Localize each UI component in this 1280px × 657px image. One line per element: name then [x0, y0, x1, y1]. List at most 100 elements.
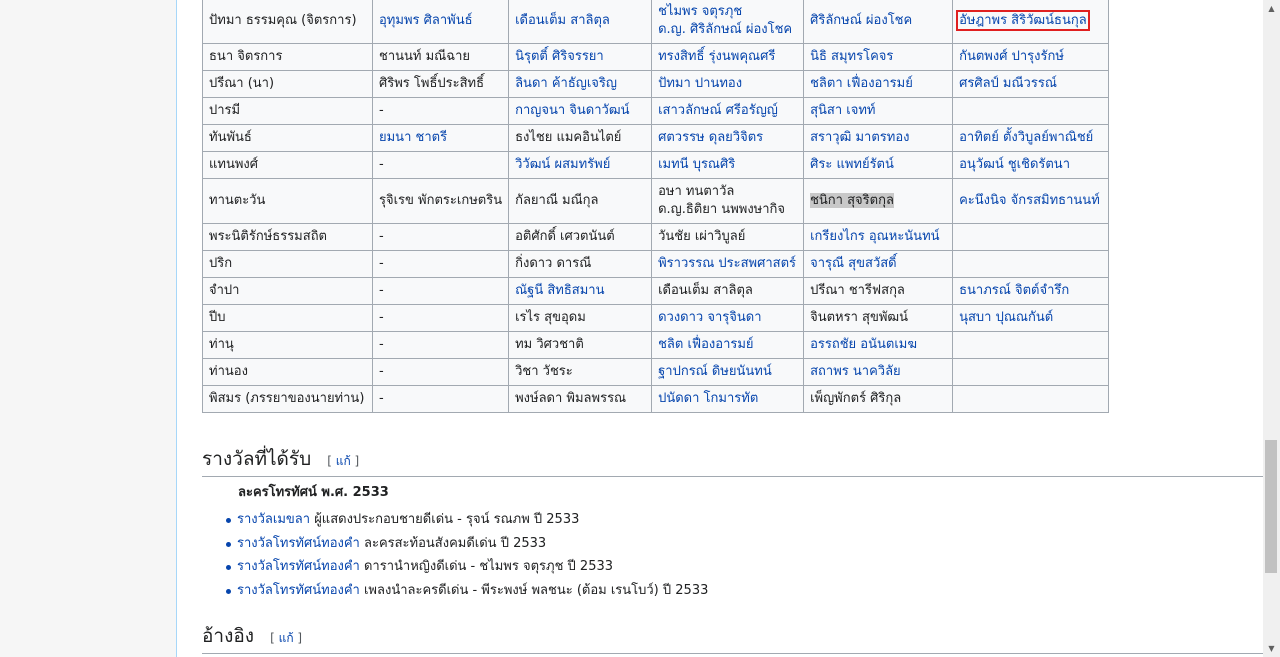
- award-link[interactable]: รางวัลโทรทัศน์ทองคำ: [237, 536, 360, 551]
- table-cell: ปนัดดา โกมารทัต: [651, 385, 805, 413]
- cast-link[interactable]: ณัฐนี สิทธิสมาน: [515, 283, 604, 298]
- cast-text: รุจิเรข พักตระเกษตริน: [379, 193, 503, 208]
- bullet-icon: [226, 541, 231, 547]
- cast-link[interactable]: อาทิตย์ ตั้งวิบูลย์พาณิชย์: [959, 130, 1093, 145]
- vertical-scrollbar[interactable]: ▲ ▼: [1263, 0, 1280, 657]
- cast-link[interactable]: จารุณี สุขสวัสดิ์: [810, 256, 897, 271]
- table-cell: วิวัฒน์ ผสมทรัพย์: [508, 151, 653, 179]
- table-cell: ทม วิศวชาติ: [508, 331, 653, 359]
- award-description: ดารานำหญิงดีเด่น - ชไมพร จตุรภุช ปี 2533: [359, 559, 614, 574]
- table-cell: นิธิ สมุทรโคจร: [803, 43, 954, 71]
- cast-link[interactable]: อนุวัฒน์ ชูเชิดรัตนา: [959, 157, 1070, 172]
- table-cell: นุสบา ปุณณกันต์: [952, 304, 1110, 332]
- cast-text: วันชัย เผ่าวิบูลย์: [658, 229, 746, 244]
- table-cell: ท่านุ: [202, 331, 373, 359]
- table-cell: ธนา จิตรการ: [202, 43, 373, 71]
- award-link[interactable]: รางวัลโทรทัศน์ทองคำ: [237, 583, 360, 598]
- table-cell: กัลยาณี มณีกุล: [508, 178, 653, 224]
- cast-text: -: [379, 157, 384, 172]
- cast-link[interactable]: ด.ญ. ศิริลักษณ์ ผ่องโชค: [658, 21, 797, 39]
- cast-text: ทานตะวัน: [209, 193, 266, 208]
- cast-link[interactable]: สถาพร นาควิลัย: [810, 364, 901, 379]
- cast-link[interactable]: เดือนเต็ม สาลิตุล: [515, 13, 610, 28]
- cast-text: -: [379, 364, 384, 379]
- cast-link[interactable]: ลินดา ค้าธัญเจริญ: [515, 76, 617, 91]
- cast-text: -: [379, 103, 384, 118]
- cast-link[interactable]: ชลิตา เฟื่องอารมย์: [810, 76, 913, 91]
- cast-link[interactable]: เมทนี บุรณศิริ: [658, 157, 735, 172]
- cast-text: -: [379, 229, 384, 244]
- table-cell: ทันพันธ์: [202, 124, 373, 152]
- table-cell: ดวงดาว จารุจินดา: [651, 304, 805, 332]
- table-row: ทันพันธ์ ยมนา ชาตรี ธงไชย แมคอินไตย์ ศตวรรษ…: [202, 124, 1110, 152]
- table-cell: สถาพร นาควิลัย: [803, 358, 954, 386]
- cast-text: พิสมร (ภรรยาของนายท่าน): [209, 391, 365, 406]
- cast-link[interactable]: พิราวรรณ ประสพศาสตร์: [658, 256, 796, 271]
- cast-link[interactable]: อุทุมพร ศิลาพันธ์: [379, 13, 473, 28]
- table-row: พระนิติรักษ์ธรรมสถิต - อติศักดิ์ เศวตนันต์…: [202, 223, 1110, 251]
- table-cell: พงษ์ลดา พิมลพรรณ: [508, 385, 653, 413]
- table-cell: -: [371, 277, 510, 305]
- table-cell: กันตพงศ์ ปารุงรักษ์: [952, 43, 1110, 71]
- cast-link[interactable]: ศิริลักษณ์ ผ่องโชค: [810, 13, 912, 28]
- cast-link[interactable]: ดวงดาว จารุจินดา: [658, 310, 761, 325]
- cast-text: ท่านอง: [209, 364, 248, 379]
- table-cell: สุนิสา เจทท์: [803, 97, 954, 125]
- awards-subheading: ละครโทรทัศน์ พ.ศ. 2533: [238, 485, 389, 500]
- cast-link[interactable]: ชไมพร จตุรภุช: [658, 3, 797, 21]
- awards-heading-text: รางวัลที่ได้รับ: [202, 448, 312, 470]
- scrollbar-thumb[interactable]: [1265, 440, 1277, 573]
- cast-link[interactable]: อรรถชัย อนันตเมฆ: [810, 337, 917, 352]
- table-cell: -: [371, 151, 510, 179]
- cast-link[interactable]: ฐาปกรณ์ ดิษยนันทน์: [658, 364, 772, 379]
- edit-link[interactable]: แก้: [279, 631, 294, 645]
- cast-link[interactable]: ธนาภรณ์ จิตต์จำรึก: [959, 283, 1069, 298]
- cast-text: เพ็ญพักตร์ ศิริกุล: [810, 391, 902, 406]
- award-link[interactable]: รางวัลเมขลา: [237, 512, 310, 527]
- table-cell: อรรถชัย อนันตเมฆ: [803, 331, 954, 359]
- cast-text: ทันพันธ์: [209, 130, 252, 145]
- cast-link[interactable]: ปัทมา ปานทอง: [658, 76, 742, 91]
- cast-link[interactable]: ชลิต เฟื่องอารมย์: [658, 337, 753, 352]
- table-cell: ทานตะวัน: [202, 178, 373, 224]
- cast-link[interactable]: เสาวลักษณ์ ศรีอรัญญ์: [658, 103, 778, 118]
- cast-link[interactable]: นิธิ สมุทรโคจร: [810, 49, 893, 64]
- cast-link[interactable]: ทรงสิทธิ์ รุ่งนพคุณศรี: [658, 49, 775, 64]
- cast-text: -: [379, 310, 384, 325]
- cast-link[interactable]: นุสบา ปุณณกันต์: [959, 310, 1053, 325]
- cast-text: -: [379, 337, 384, 352]
- cast-text: -: [379, 283, 384, 298]
- cast-link[interactable]: สราวุฒิ มาตรทอง: [810, 130, 909, 145]
- cast-link[interactable]: คะนึงนิจ จักรสมิทธานนท์: [959, 193, 1100, 208]
- award-description: เพลงนำละครดีเด่น - พีระพงษ์ พลชนะ (ต้อม …: [359, 582, 709, 598]
- cast-link[interactable]: ศิระ แพทย์รัตน์: [810, 157, 894, 172]
- award-link[interactable]: รางวัลโทรทัศน์ทองคำ: [237, 559, 360, 574]
- table-cell: จำปา: [202, 277, 373, 305]
- cast-text: อษา ทนตาวัล: [658, 184, 735, 199]
- table-cell: ชนิกา สุจริตกุล: [803, 178, 954, 224]
- cast-link[interactable]: นิรุตติ์ ศิริจรรยา: [515, 49, 604, 64]
- cast-link[interactable]: อัษฎาพร สิริวัฒน์ธนกุล: [956, 10, 1090, 31]
- cast-link[interactable]: ศตวรรษ ดุลยวิจิตร: [658, 130, 763, 145]
- cast-text: ปรีณา (นา): [209, 76, 275, 91]
- cast-text: ศิริพร โพธิ์ประสิทธิ์: [379, 76, 485, 91]
- table-cell: ศรศิลป์ มณีวรรณ์: [952, 70, 1110, 98]
- cast-link[interactable]: กาญจนา จินดาวัฒน์: [515, 103, 629, 118]
- scroll-down-icon[interactable]: ▼: [1263, 640, 1280, 657]
- cast-text: ธงไชย แมคอินไตย์: [515, 130, 622, 145]
- cast-link[interactable]: ปนัดดา โกมารทัต: [658, 391, 758, 406]
- table-cell: ปริก: [202, 250, 373, 278]
- cast-link[interactable]: สุนิสา เจทท์: [810, 103, 875, 118]
- references-heading-text: อ้างอิง: [202, 625, 255, 647]
- cast-text: ชนิกา สุจริตกุล: [810, 193, 894, 208]
- cast-link[interactable]: ศรศิลป์ มณีวรรณ์: [959, 76, 1057, 91]
- table-cell: เสาวลักษณ์ ศรีอรัญญ์: [651, 97, 805, 125]
- list-item: รางวัลเมขลา ผู้แสดงประกอบชายดีเด่น - รุจ…: [223, 510, 708, 534]
- cast-link[interactable]: เกรียงไกร อุณหะนันทน์: [810, 229, 939, 244]
- edit-link[interactable]: แก้: [336, 454, 351, 468]
- cast-link[interactable]: วิวัฒน์ ผสมทรัพย์: [515, 157, 610, 172]
- cast-link[interactable]: กันตพงศ์ ปารุงรักษ์: [959, 49, 1064, 64]
- cast-link[interactable]: ยมนา ชาตรี: [379, 130, 447, 145]
- table-cell: [952, 97, 1110, 125]
- scroll-up-icon[interactable]: ▲: [1263, 0, 1280, 17]
